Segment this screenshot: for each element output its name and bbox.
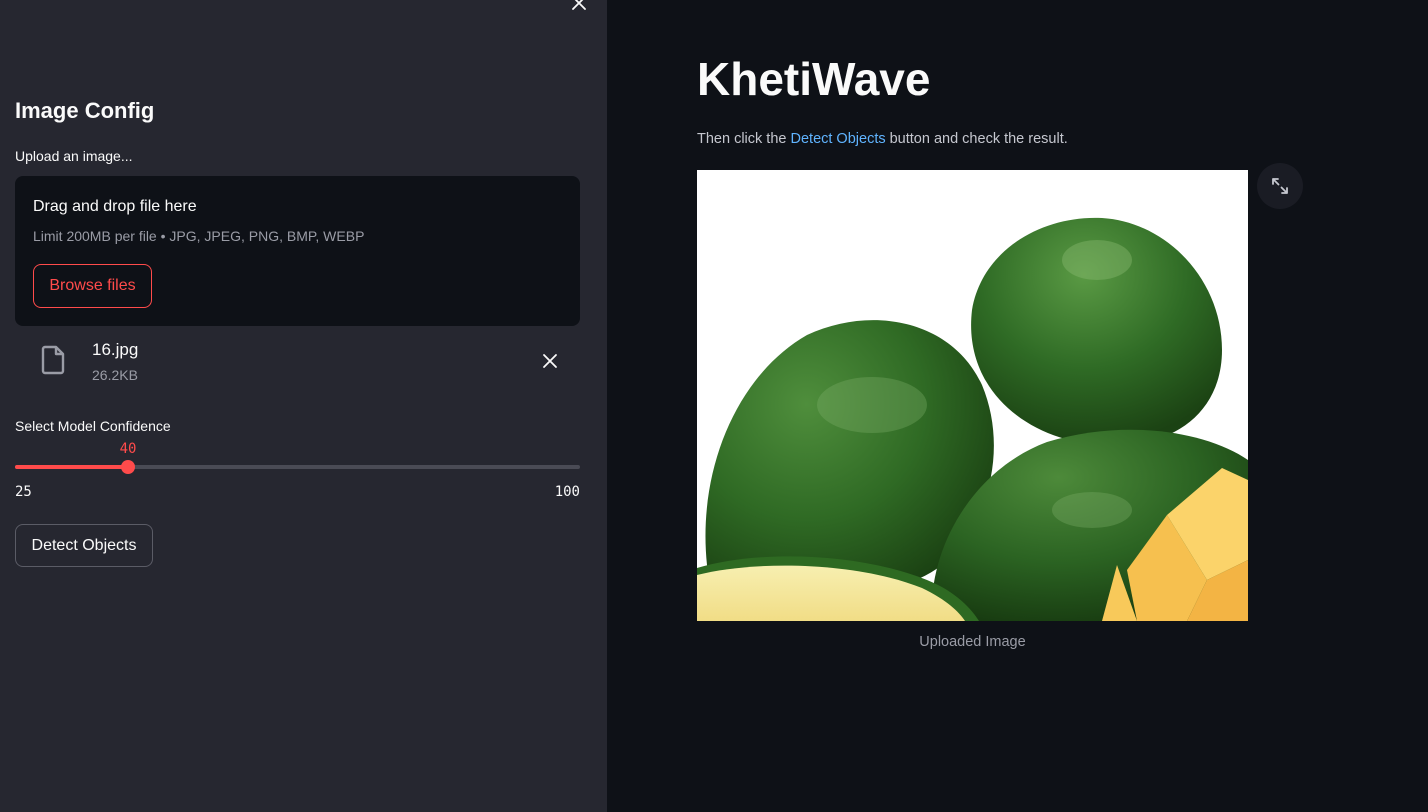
uploaded-image	[697, 170, 1248, 621]
confidence-slider[interactable]	[15, 460, 580, 474]
sidebar-title: Image Config	[15, 98, 155, 123]
sidebar-close-icon[interactable]	[570, 0, 588, 12]
remove-file-close-icon[interactable]	[542, 353, 558, 374]
sidebar: Image Config Upload an image... Drag and…	[0, 0, 607, 812]
slider-fill	[15, 465, 128, 469]
file-dropzone[interactable]: Drag and drop file here Limit 200MB per …	[15, 176, 580, 326]
detect-objects-button[interactable]: Detect Objects	[15, 524, 153, 567]
uploaded-file-item: 16.jpg 26.2KB	[15, 338, 580, 390]
page-title: KhetiWave	[697, 53, 931, 105]
browse-files-button[interactable]: Browse files	[33, 264, 152, 308]
file-name: 16.jpg	[92, 340, 139, 359]
instruction-suffix: button and check the result.	[885, 131, 1068, 147]
file-size: 26.2KB	[92, 367, 138, 383]
dropzone-limit-text: Limit 200MB per file • JPG, JPEG, PNG, B…	[33, 228, 365, 244]
confidence-slider-value: 40	[119, 441, 137, 457]
file-icon	[41, 345, 67, 380]
image-caption: Uploaded Image	[919, 634, 1026, 650]
upload-label: Upload an image...	[15, 148, 133, 164]
instruction-text: Then click the Detect Objects button and…	[697, 131, 1068, 147]
slider-max-label: 100	[554, 484, 580, 500]
instruction-link: Detect Objects	[790, 131, 886, 147]
confidence-slider-label: Select Model Confidence	[15, 418, 171, 434]
slider-thumb[interactable]	[121, 460, 135, 474]
instruction-prefix: Then click the	[697, 131, 791, 147]
slider-min-label: 25	[15, 484, 32, 500]
dropzone-title: Drag and drop file here	[33, 198, 197, 215]
fullscreen-icon[interactable]	[1257, 163, 1303, 209]
